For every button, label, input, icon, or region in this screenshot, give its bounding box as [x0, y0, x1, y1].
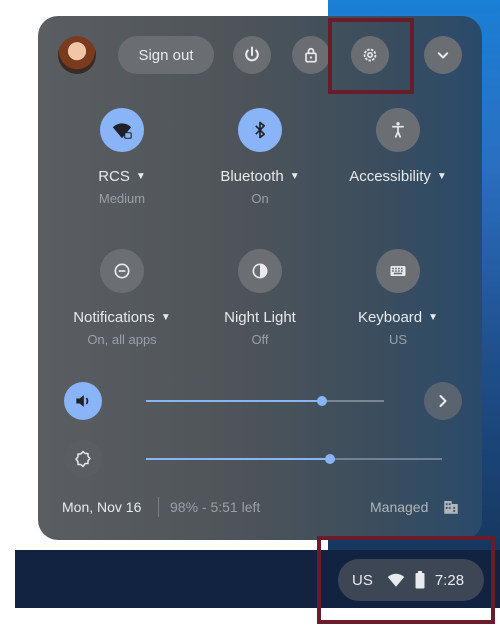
- keyboard-label[interactable]: Keyboard ▼: [336, 309, 460, 326]
- bluetooth-toggle[interactable]: [238, 108, 282, 152]
- volume-slider-thumb[interactable]: [317, 396, 328, 406]
- user-avatar[interactable]: [58, 36, 96, 74]
- brightness-slider-fill: [146, 458, 330, 460]
- accessibility-icon: [392, 122, 404, 138]
- keyboard-icon: [390, 266, 406, 276]
- night-light-label[interactable]: Night Light: [198, 309, 322, 326]
- sign-out-label: Sign out: [138, 46, 194, 64]
- lock-button[interactable]: [292, 36, 330, 74]
- volume-icon: [76, 395, 89, 407]
- caret-down-icon: ▼: [289, 171, 300, 182]
- date-label[interactable]: Mon, Nov 16: [62, 499, 141, 515]
- volume-slider-track: [322, 400, 384, 402]
- bluetooth-icon: [255, 121, 265, 139]
- night-light-status: Off: [251, 332, 269, 347]
- keyboard-status: US: [388, 332, 408, 347]
- caret-down-icon: ▼: [160, 312, 171, 323]
- notifications-toggle[interactable]: [100, 249, 144, 293]
- notifications-label[interactable]: Notifications ▼: [60, 309, 184, 326]
- network-label[interactable]: RCS ▼: [60, 168, 184, 185]
- brightness-icon: [75, 450, 91, 468]
- caret-down-icon: ▼: [436, 171, 447, 182]
- brightness-slider-track: [329, 458, 442, 460]
- chevron-right-icon: [439, 395, 447, 407]
- network-status: Medium: [98, 191, 146, 206]
- quick-settings-panel: Sign out RCS ▼ Medium Bluetooth ▼ On Acc…: [38, 16, 482, 540]
- notifications-status: On, all apps: [87, 332, 157, 347]
- bluetooth-label[interactable]: Bluetooth ▼: [198, 168, 322, 185]
- accessibility-toggle[interactable]: [376, 108, 420, 152]
- caret-down-icon: ▼: [135, 171, 146, 182]
- night-light-toggle[interactable]: [238, 249, 282, 293]
- settings-highlight-box: [328, 18, 414, 94]
- power-button[interactable]: [233, 36, 271, 74]
- status-tray-highlight-box: [317, 536, 495, 624]
- volume-slider-fill: [146, 400, 323, 402]
- caret-down-icon: ▼: [428, 312, 439, 323]
- managed-building-icon: [444, 501, 458, 514]
- mute-toggle-button[interactable]: [64, 382, 102, 420]
- sign-out-button[interactable]: Sign out: [118, 36, 214, 74]
- brightness-button: [64, 440, 102, 478]
- network-toggle[interactable]: [100, 108, 144, 152]
- lock-icon: [305, 47, 317, 63]
- night-light-icon: [252, 263, 268, 279]
- managed-label[interactable]: Managed: [370, 499, 428, 515]
- brightness-slider-thumb[interactable]: [324, 454, 335, 464]
- accessibility-label[interactable]: Accessibility ▼: [336, 168, 460, 185]
- bluetooth-status: On: [251, 191, 269, 206]
- collapse-button[interactable]: [424, 36, 462, 74]
- battery-status[interactable]: 98% - 5:51 left: [170, 499, 260, 515]
- wifi-lock-icon: [112, 123, 132, 139]
- notifications-icon: [114, 263, 130, 279]
- audio-settings-button[interactable]: [424, 382, 462, 420]
- power-icon: [245, 46, 259, 62]
- collapse-chevron-icon: [437, 52, 449, 59]
- footer-divider: [158, 497, 159, 517]
- keyboard-toggle[interactable]: [376, 249, 420, 293]
